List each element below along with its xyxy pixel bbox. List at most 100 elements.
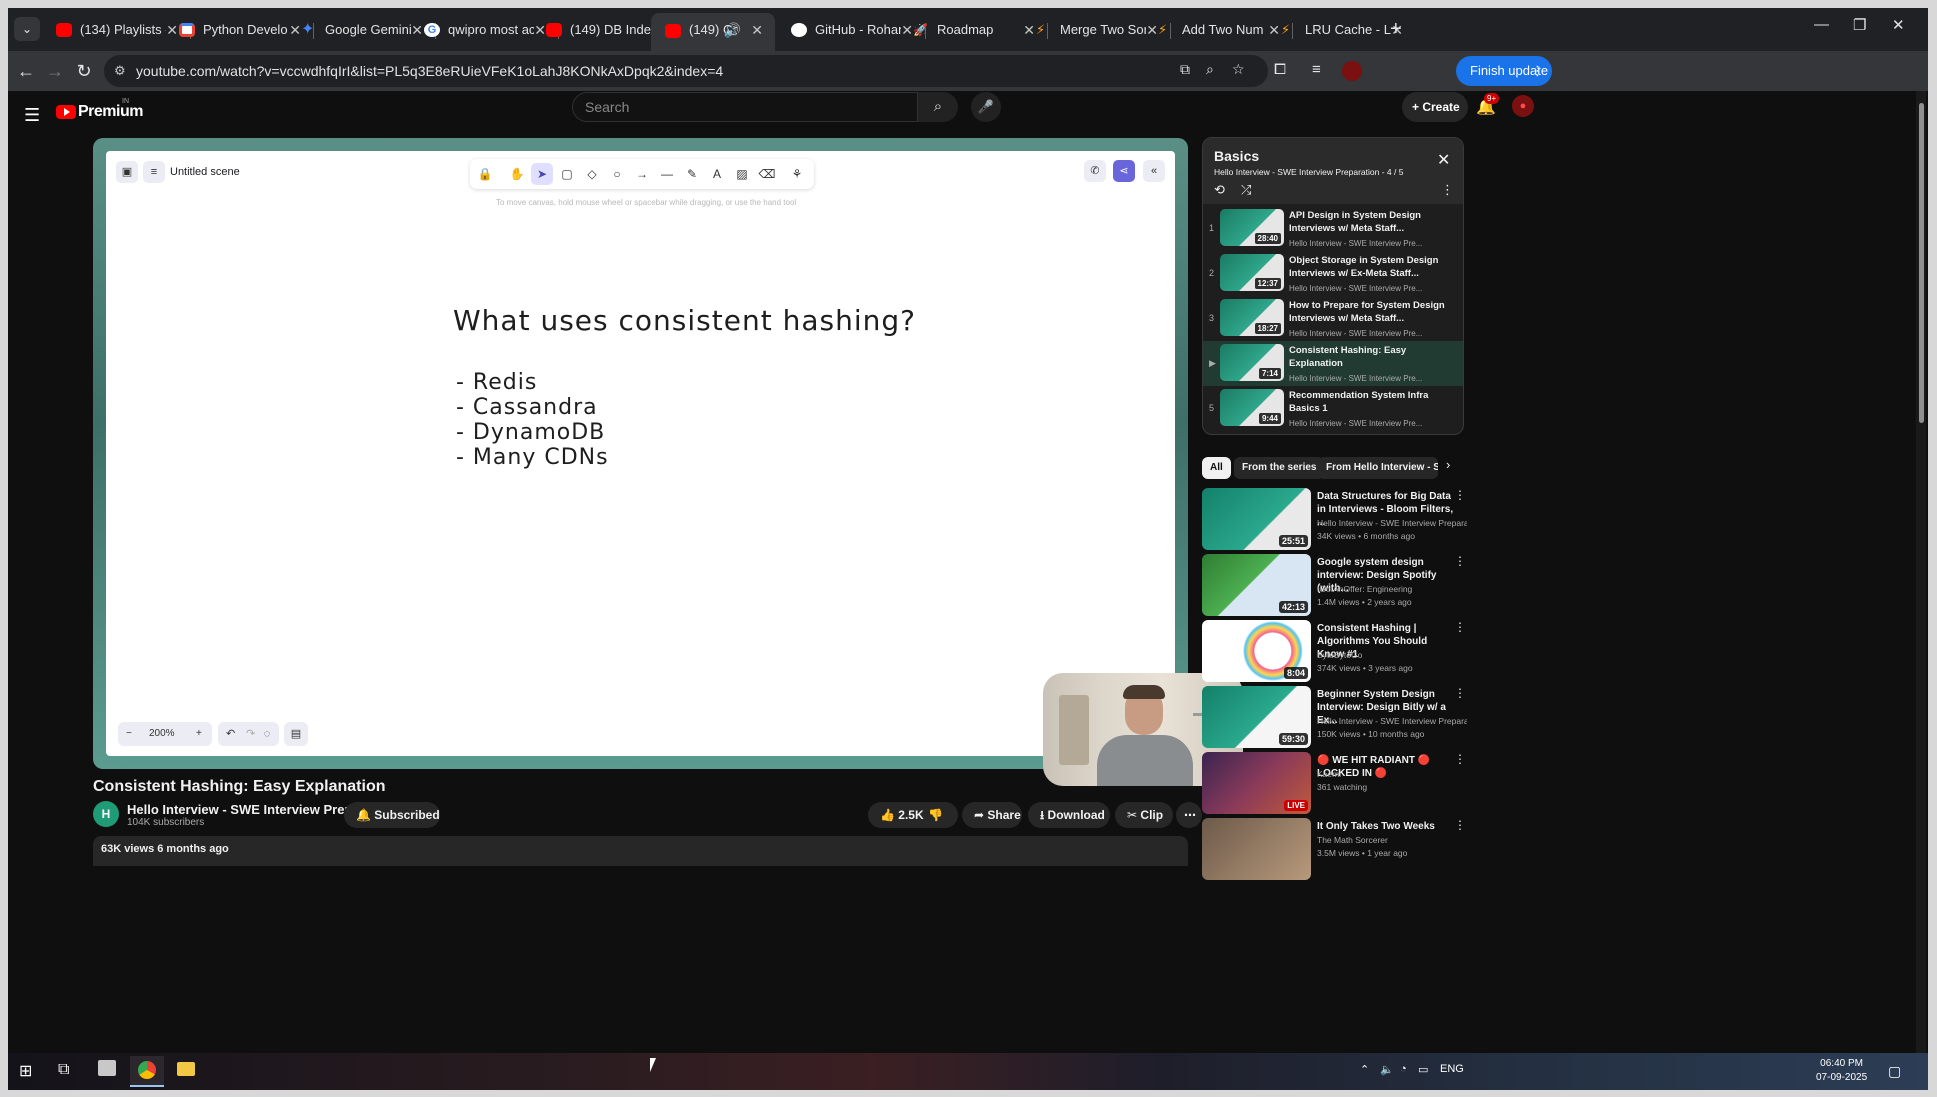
windows-start-icon[interactable]: ⊞ <box>19 1061 32 1081</box>
cast-icon[interactable]: ⧉ <box>1180 61 1190 78</box>
site-info-icon[interactable]: ⚙ <box>114 55 126 87</box>
more-actions-icon[interactable]: ⋯ <box>1176 802 1202 828</box>
playlist-video-title[interactable]: Consistent Hashing: Easy Explanation <box>1289 345 1449 370</box>
kebab-menu-icon[interactable]: ⋮ <box>1454 620 1466 634</box>
recommended-video[interactable]: 59:30 Beginner System Design Interview: D… <box>1202 686 1467 750</box>
maximize-icon[interactable]: ❐ <box>1853 16 1866 34</box>
chip-from-series[interactable]: From the series <box>1234 457 1325 479</box>
chip-from-channel[interactable]: From Hello Interview - SW <box>1318 457 1438 479</box>
kebab-menu-icon[interactable]: ⋮ <box>1454 752 1466 766</box>
clip-button[interactable]: ✂ Clip <box>1115 802 1173 828</box>
taskbar-app-chrome[interactable] <box>130 1056 164 1087</box>
minimize-icon[interactable]: — <box>1814 16 1829 33</box>
playlist-video-title[interactable]: Object Storage in System Design Intervie… <box>1289 255 1449 280</box>
recommended-video[interactable]: LIVE 🔴 WE HIT RADIANT 🔴 LOCKED IN 🔴 Kaemi 3… <box>1202 752 1466 816</box>
recommended-video-channel[interactable]: ByteByteGo <box>1317 650 1467 660</box>
profile-avatar[interactable] <box>1342 61 1362 81</box>
share-button[interactable]: ➦ Share <box>962 802 1022 828</box>
scrollbar-thumb[interactable] <box>1919 103 1924 423</box>
chevron-right-icon[interactable]: › <box>1446 457 1450 472</box>
playlist-video-title[interactable]: API Design in System Design Interviews w… <box>1289 210 1449 235</box>
taskbar-app-explorer-manager[interactable] <box>90 1056 124 1087</box>
chevron-up-icon[interactable]: ⌃ <box>1360 1063 1369 1076</box>
search-icon[interactable]: ⌕ <box>918 92 958 122</box>
microphone-icon[interactable]: 🎤 <box>971 92 1001 122</box>
notification-center-icon[interactable]: ▢ <box>1888 1063 1901 1080</box>
video-thumbnail[interactable]: 25:51 <box>1202 488 1311 550</box>
recommended-video-channel[interactable]: Hello Interview - SWE Interview Preparat… <box>1317 716 1467 726</box>
description-box[interactable]: 63K views 6 months ago <box>93 836 1188 866</box>
channel-avatar[interactable]: H <box>93 801 119 827</box>
recommended-video[interactable]: It Only Takes Two Weeks The Math Sorcerer… <box>1202 818 1466 882</box>
playlist-video-title[interactable]: How to Prepare for System Design Intervi… <box>1289 300 1449 325</box>
playlist-title[interactable]: Basics <box>1214 148 1259 164</box>
wifi-icon[interactable]: ◔ <box>1400 1063 1407 1075</box>
kebab-menu-icon[interactable]: ⋮ <box>1441 182 1454 198</box>
new-tab-button[interactable]: + <box>1390 17 1402 41</box>
playlist-item[interactable]: 3 18:27 How to Prepare for System Design I… <box>1203 296 1463 341</box>
playlist-video-title[interactable]: Recommendation System Infra Basics 1 <box>1289 390 1449 415</box>
kebab-menu-icon[interactable]: ⋮ <box>1454 818 1466 832</box>
video-thumbnail[interactable]: 7:14 <box>1220 344 1284 381</box>
clock[interactable]: 06:40 PM 07-09-2025 <box>1816 1057 1867 1085</box>
hamburger-menu-icon[interactable]: ☰ <box>24 105 40 126</box>
video-thumbnail[interactable]: LIVE <box>1202 752 1311 814</box>
subscribed-button[interactable]: 🔔 Subscribed ⌄ <box>344 802 440 848</box>
chip-all[interactable]: All <box>1202 457 1231 479</box>
kebab-menu-icon[interactable]: ⋮ <box>1454 488 1466 502</box>
media-controls-icon[interactable]: ≡ <box>1312 61 1321 78</box>
volume-icon[interactable]: 🔈 <box>1380 1063 1394 1076</box>
close-icon[interactable]: ✕ <box>1437 150 1450 170</box>
account-avatar[interactable]: ● <box>1512 95 1534 117</box>
language-indicator[interactable]: ENG <box>1440 1063 1464 1075</box>
kebab-menu-icon[interactable]: ⋮ <box>1454 554 1466 568</box>
taskbar-app-file-explorer[interactable] <box>169 1056 203 1087</box>
speaker-icon[interactable]: 🔊 <box>724 13 741 47</box>
recommended-video-title[interactable]: It Only Takes Two Weeks <box>1317 820 1457 833</box>
video-thumbnail[interactable]: 18:27 <box>1220 299 1284 336</box>
youtube-logo-text[interactable]: Premium <box>78 103 143 121</box>
video-thumbnail[interactable]: 12:37 <box>1220 254 1284 291</box>
extensions-icon[interactable]: ⧠ <box>1274 61 1286 78</box>
playlist-item[interactable]: 5 9:44 Recommendation System Infra Basics … <box>1203 386 1463 431</box>
loop-icon[interactable]: ⟲ <box>1214 182 1225 198</box>
video-thumbnail[interactable]: 59:30 <box>1202 686 1311 748</box>
playlist-item[interactable]: 2 12:37 Object Storage in System Design In… <box>1203 251 1463 296</box>
tab-search-button[interactable]: ⌄ <box>14 17 40 41</box>
recommended-video-channel[interactable]: IGotAnOffer: Engineering <box>1317 584 1467 594</box>
video-thumbnail[interactable]: 42:13 <box>1202 554 1311 616</box>
kebab-menu-icon[interactable]: ⋮ <box>1454 686 1466 700</box>
video-thumbnail[interactable]: 9:44 <box>1220 389 1284 426</box>
create-button[interactable]: + Create <box>1402 92 1468 122</box>
video-thumbnail[interactable] <box>1202 818 1311 880</box>
video-thumbnail[interactable]: 8:04 <box>1202 620 1311 682</box>
finish-update-button[interactable]: Finish update ⋮ <box>1456 56 1552 86</box>
close-tab-icon[interactable]: ✕ <box>751 13 763 47</box>
forward-button[interactable]: → <box>41 57 69 85</box>
zoom-icon[interactable]: ⌕ <box>1206 61 1214 78</box>
video-thumbnail[interactable]: 28:40 <box>1220 209 1284 246</box>
reload-button[interactable]: ↻ <box>70 57 98 85</box>
recommended-video[interactable]: 42:13 Google system design interview: Des… <box>1202 554 1466 618</box>
recommended-video[interactable]: 8:04 Consistent Hashing | Algorithms You … <box>1202 620 1466 684</box>
battery-icon[interactable]: ▭ <box>1418 1063 1428 1076</box>
recommended-video-channel[interactable]: Kaemi <box>1317 769 1467 779</box>
bookmark-star-icon[interactable]: ☆ <box>1232 61 1245 78</box>
recommended-video-channel[interactable]: The Math Sorcerer <box>1317 835 1467 845</box>
playlist-item[interactable]: ▶ 7:14 Consistent Hashing: Easy Explanatio… <box>1203 341 1463 386</box>
like-button[interactable]: 👍 2.5K 👎 <box>868 802 958 828</box>
video-player[interactable]: ▣ ≡ Untitled scene 🔒 ✋ ➤ ▢ ◇ ○ → — ✎ A ▨… <box>93 138 1243 786</box>
lock-icon: 🔒 <box>477 167 493 181</box>
youtube-logo-icon[interactable] <box>56 105 76 119</box>
close-window-icon[interactable]: ✕ <box>1892 16 1905 34</box>
browser-tab-active[interactable]: (149) Consi🔊✕ <box>651 13 775 51</box>
recommended-video[interactable]: 25:51 Data Structures for Big Data in Int… <box>1202 488 1467 552</box>
recommended-video-channel[interactable]: Hello Interview - SWE Interview Preparat… <box>1317 518 1467 528</box>
address-bar[interactable]: ⚙ youtube.com/watch?v=vccwdhfqIrI&list=P… <box>104 55 1268 87</box>
task-view-icon[interactable]: ⧉ <box>58 1061 69 1079</box>
back-button[interactable]: ← <box>12 57 40 85</box>
playlist-item[interactable]: 1 28:40 API Design in System Design Interv… <box>1203 206 1463 251</box>
download-button[interactable]: ⭳ Download <box>1028 802 1110 828</box>
search-input[interactable]: Search <box>572 92 918 122</box>
shuffle-icon[interactable]: ⤮ <box>1241 182 1251 198</box>
